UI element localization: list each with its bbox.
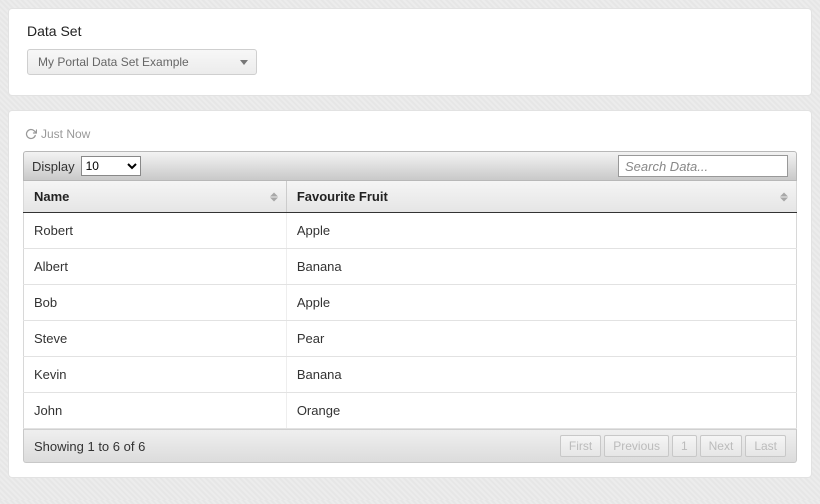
chevron-down-icon xyxy=(240,60,248,65)
search-input[interactable] xyxy=(618,155,788,177)
sort-icon xyxy=(270,192,278,201)
cell-fruit: Orange xyxy=(286,393,796,429)
cell-name: Steve xyxy=(24,321,287,357)
data-card: Just Now Display 10 Name Favourite Fruit xyxy=(8,110,812,478)
cell-fruit: Banana xyxy=(286,357,796,393)
cell-fruit: Apple xyxy=(286,213,796,249)
summary-text: Showing 1 to 6 of 6 xyxy=(34,439,145,454)
next-button[interactable]: Next xyxy=(700,435,743,457)
cell-name: Albert xyxy=(24,249,287,285)
display-select[interactable]: 10 xyxy=(81,156,141,176)
cell-fruit: Pear xyxy=(286,321,796,357)
display-label: Display xyxy=(32,159,75,174)
dataset-select[interactable]: My Portal Data Set Example xyxy=(27,49,257,75)
table-toolbar: Display 10 xyxy=(23,151,797,181)
toolbar-right xyxy=(618,155,788,177)
cell-name: John xyxy=(24,393,287,429)
toolbar-left: Display 10 xyxy=(32,156,141,176)
dataset-card: Data Set My Portal Data Set Example xyxy=(8,8,812,96)
refresh-status: Just Now xyxy=(25,127,797,141)
column-header-fruit[interactable]: Favourite Fruit xyxy=(286,181,796,213)
first-button[interactable]: First xyxy=(560,435,601,457)
table-row: John Orange xyxy=(24,393,797,429)
column-header-name[interactable]: Name xyxy=(24,181,287,213)
cell-name: Kevin xyxy=(24,357,287,393)
last-button[interactable]: Last xyxy=(745,435,786,457)
table-row: Albert Banana xyxy=(24,249,797,285)
cell-fruit: Apple xyxy=(286,285,796,321)
sort-icon xyxy=(780,192,788,201)
refresh-text: Just Now xyxy=(41,127,90,141)
table-row: Steve Pear xyxy=(24,321,797,357)
cell-name: Robert xyxy=(24,213,287,249)
column-label: Favourite Fruit xyxy=(297,189,388,204)
column-label: Name xyxy=(34,189,69,204)
table-row: Robert Apple xyxy=(24,213,797,249)
dataset-label: Data Set xyxy=(27,23,793,39)
page-1-button[interactable]: 1 xyxy=(672,435,697,457)
table-footer: Showing 1 to 6 of 6 First Previous 1 Nex… xyxy=(23,429,797,463)
table-row: Bob Apple xyxy=(24,285,797,321)
refresh-icon xyxy=(25,128,37,140)
previous-button[interactable]: Previous xyxy=(604,435,669,457)
table-row: Kevin Banana xyxy=(24,357,797,393)
data-table: Name Favourite Fruit Robert Apple Albert… xyxy=(23,181,797,429)
dataset-select-value: My Portal Data Set Example xyxy=(38,55,189,69)
pager: First Previous 1 Next Last xyxy=(560,435,786,457)
cell-fruit: Banana xyxy=(286,249,796,285)
cell-name: Bob xyxy=(24,285,287,321)
